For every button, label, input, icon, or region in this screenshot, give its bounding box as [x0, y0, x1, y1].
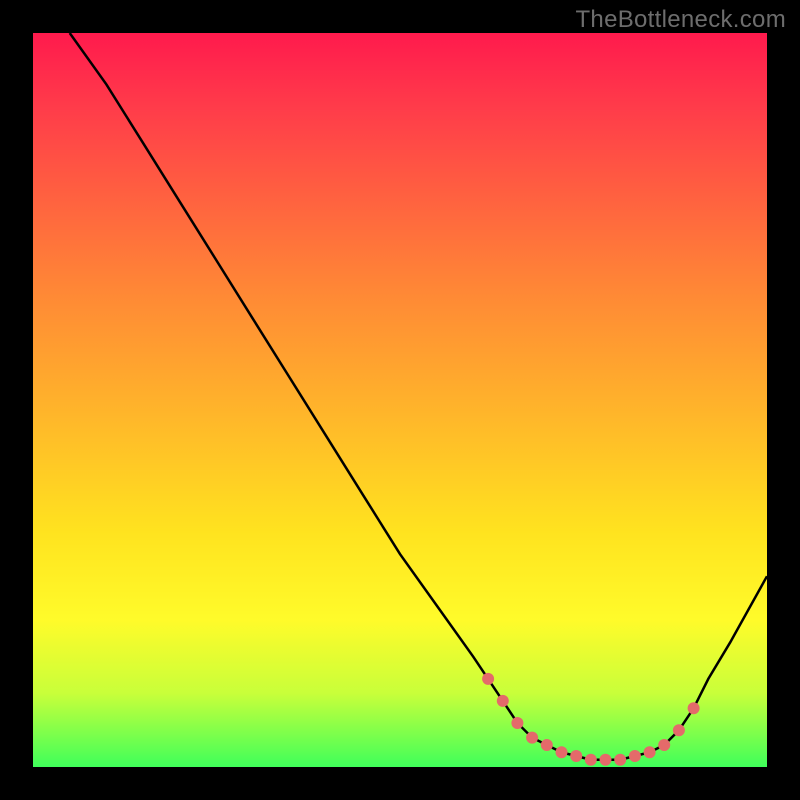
marker-dot: [570, 750, 582, 762]
marker-dot: [644, 746, 656, 758]
marker-dot: [629, 750, 641, 762]
watermark-text: TheBottleneck.com: [575, 6, 786, 34]
marker-dot: [614, 754, 626, 766]
bottleneck-curve: [70, 33, 767, 760]
marker-dot: [688, 702, 700, 714]
marker-dot: [585, 754, 597, 766]
chart-svg: [33, 33, 767, 767]
marker-dot: [526, 732, 538, 744]
marker-dot: [556, 746, 568, 758]
marker-dot: [600, 754, 612, 766]
chart-frame: TheBottleneck.com: [0, 0, 800, 800]
marker-dot: [541, 739, 553, 751]
marker-dot: [497, 695, 509, 707]
marker-dot: [658, 739, 670, 751]
marker-dot: [482, 673, 494, 685]
marker-dot: [673, 724, 685, 736]
marker-dot: [511, 717, 523, 729]
valley-markers: [482, 673, 699, 766]
plot-area: [33, 33, 767, 767]
